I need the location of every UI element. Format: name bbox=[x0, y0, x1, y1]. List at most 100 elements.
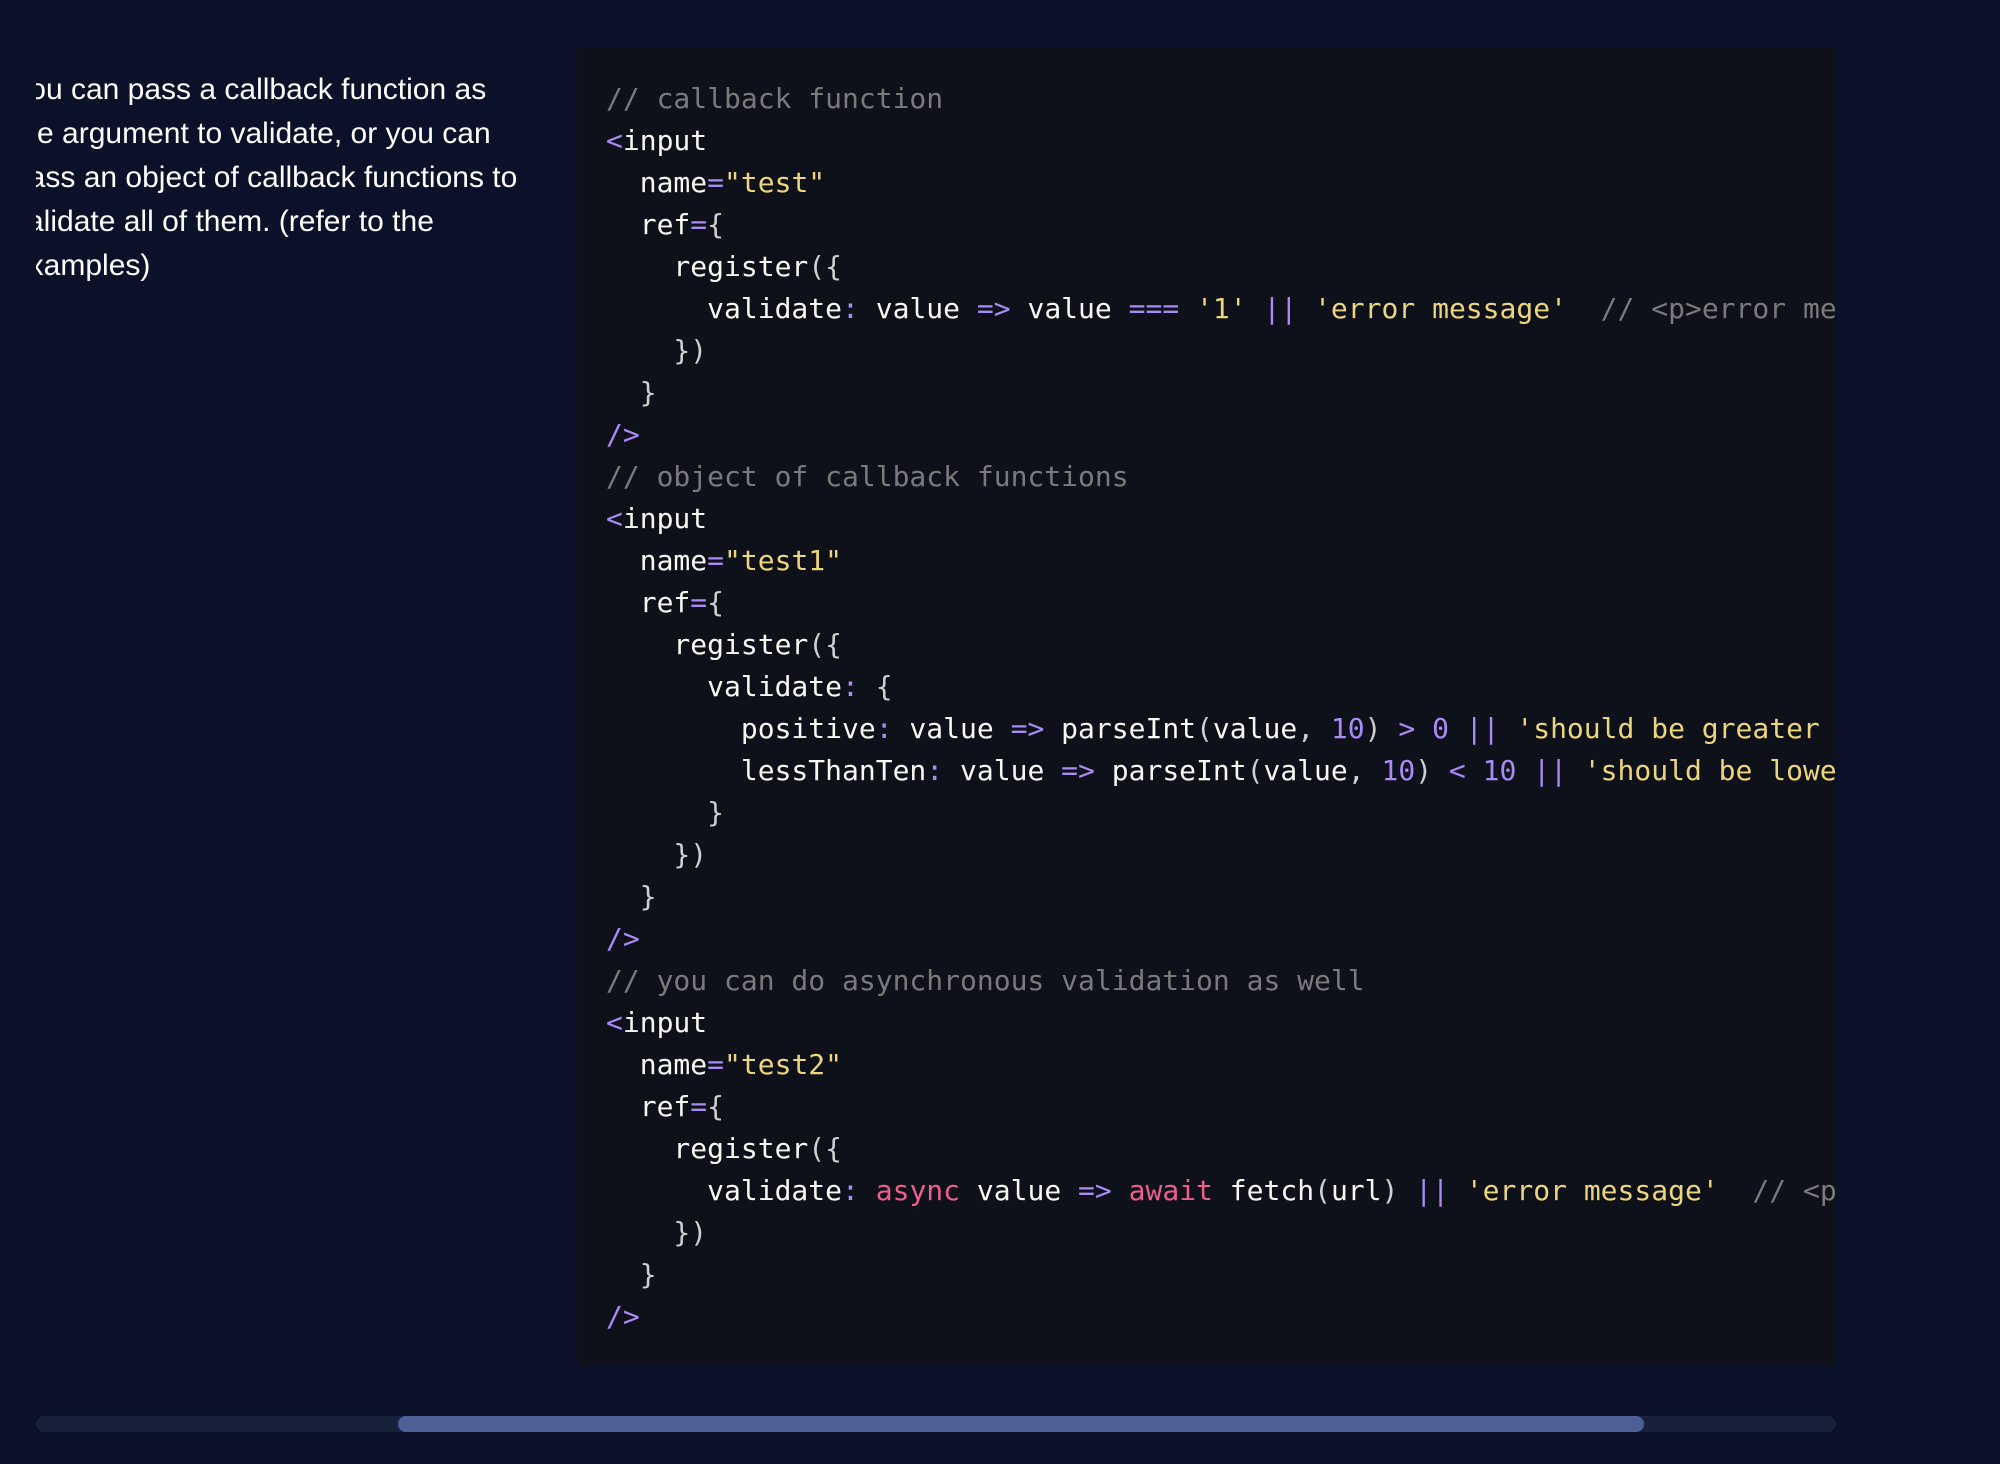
code-token-punct: }) bbox=[606, 838, 708, 871]
code-token-string: 'error message' bbox=[1465, 1174, 1719, 1207]
code-line: <input bbox=[606, 120, 1836, 162]
code-token-op: => bbox=[976, 292, 1011, 325]
description-line: validate all of them. (refer to the bbox=[36, 205, 434, 238]
code-line: }) bbox=[606, 330, 1836, 372]
code-token-op: < bbox=[606, 1006, 623, 1039]
code-token-ident bbox=[1247, 292, 1264, 325]
code-line: register({ bbox=[606, 246, 1836, 288]
code-token-punct: { bbox=[707, 586, 725, 619]
code-token-ident: parseInt bbox=[1094, 754, 1247, 787]
code-line: name="test" bbox=[606, 162, 1836, 204]
horizontal-scrollbar-track[interactable] bbox=[36, 1416, 1836, 1432]
code-token-punct: } bbox=[606, 796, 725, 829]
code-token-op: = bbox=[690, 586, 708, 619]
code-line: // object of callback functions bbox=[606, 456, 1836, 498]
code-token-ident: validate bbox=[606, 292, 843, 325]
code-token-op: : bbox=[842, 292, 859, 325]
code-token-ident: name bbox=[606, 166, 708, 199]
code-token-ident bbox=[1567, 754, 1584, 787]
code-token-ident: validate bbox=[606, 1174, 843, 1207]
code-token-op: = bbox=[707, 1048, 725, 1081]
code-token-ident: value bbox=[960, 1174, 1079, 1207]
code-token-punct: ({ bbox=[808, 250, 843, 283]
code-token-ident: register bbox=[606, 628, 809, 661]
code-line: register({ bbox=[606, 624, 1836, 666]
code-token-ident: ref bbox=[606, 586, 691, 619]
code-token-ident: input bbox=[622, 1006, 708, 1039]
code-token-op: = bbox=[690, 208, 708, 241]
description-line: the argument to validate, or you can bbox=[36, 117, 491, 150]
code-token-op: /> bbox=[606, 922, 640, 955]
code-token-number: 0 bbox=[1432, 712, 1449, 745]
code-line: validate: async value => await fetch(url… bbox=[606, 1170, 1836, 1212]
code-token-string: "test" bbox=[724, 166, 826, 199]
code-line: positive: value => parseInt(value, 10) >… bbox=[606, 708, 1836, 750]
code-token-ident: validate bbox=[606, 670, 843, 703]
horizontal-scroll-container[interactable]: You can pass a callback function as the … bbox=[36, 48, 1836, 1368]
code-token-punct: ({ bbox=[808, 628, 843, 661]
code-token-ident: value bbox=[858, 292, 977, 325]
code-token-punct: { bbox=[858, 670, 893, 703]
code-token-punct: }) bbox=[606, 1216, 708, 1249]
code-line: <input bbox=[606, 498, 1836, 540]
code-token-ident: value bbox=[1263, 754, 1348, 787]
code-block: // callback function <input name="test" r… bbox=[578, 48, 1836, 1366]
code-token-op: || bbox=[1263, 292, 1298, 325]
code-line: ref={ bbox=[606, 204, 1836, 246]
code-token-op: || bbox=[1415, 1174, 1449, 1207]
code-line: } bbox=[606, 372, 1836, 414]
code-token-punct: }) bbox=[606, 334, 708, 367]
horizontal-scrollbar-thumb[interactable] bbox=[398, 1416, 1644, 1432]
description-line: pass an object of callback functions to bbox=[36, 161, 518, 194]
code-token-op: === bbox=[1128, 292, 1180, 325]
code-line: /> bbox=[606, 414, 1836, 456]
code-token-ident bbox=[1415, 712, 1432, 745]
code-token-ident: ref bbox=[606, 208, 691, 241]
code-line: // callback function bbox=[606, 78, 1836, 120]
code-token-ident: value bbox=[1212, 712, 1298, 745]
code-token-op: = bbox=[707, 166, 725, 199]
code-token-ident: parseInt bbox=[1044, 712, 1197, 745]
validate-description: You can pass a callback function as the … bbox=[36, 68, 532, 288]
code-token-op: : bbox=[926, 754, 944, 787]
description-line: examples) bbox=[36, 249, 151, 282]
code-token-ident bbox=[1449, 712, 1466, 745]
code-token-keyword: await bbox=[1128, 1174, 1213, 1207]
code-line: }) bbox=[606, 1212, 1836, 1254]
code-token-string: 'error message' bbox=[1314, 292, 1567, 325]
code-token-ident: register bbox=[606, 1132, 809, 1165]
code-token-punct: ) bbox=[1364, 712, 1399, 745]
scroll-content: You can pass a callback function as the … bbox=[36, 48, 1836, 1368]
code-line: validate: value => value === '1' || 'err… bbox=[606, 288, 1836, 330]
code-token-punct: ( bbox=[1196, 712, 1213, 745]
code-token-op: < bbox=[606, 502, 623, 535]
code-token-op: /> bbox=[606, 1300, 640, 1333]
code-token-op: : bbox=[842, 670, 859, 703]
code-token-punct: ({ bbox=[808, 1132, 843, 1165]
code-token-string: '1' bbox=[1196, 292, 1247, 325]
code-token-number: 10 bbox=[1381, 754, 1416, 787]
code-token-ident bbox=[1297, 292, 1314, 325]
code-token-ident: value bbox=[892, 712, 1011, 745]
code-token-punct: ) bbox=[1381, 1174, 1416, 1207]
code-line: }) bbox=[606, 834, 1836, 876]
code-line: register({ bbox=[606, 1128, 1836, 1170]
code-token-punct: } bbox=[606, 376, 657, 409]
code-token-ident: value bbox=[943, 754, 1062, 787]
code-token-op: : bbox=[875, 712, 893, 745]
code-token-punct: } bbox=[606, 1258, 657, 1291]
code-line: } bbox=[606, 876, 1836, 918]
code-token-string: "test2" bbox=[724, 1048, 843, 1081]
code-token-op: : bbox=[842, 1174, 859, 1207]
code-token-ident bbox=[1516, 754, 1533, 787]
code-token-punct: } bbox=[606, 880, 657, 913]
code-line: } bbox=[606, 792, 1836, 834]
code-token-comment: // callback function bbox=[606, 82, 944, 115]
code-line: name="test2" bbox=[606, 1044, 1836, 1086]
code-token-ident bbox=[1179, 292, 1196, 325]
code-token-comment: // you can do asynchronous validation as… bbox=[606, 964, 1365, 997]
code-token-ident: url bbox=[1330, 1174, 1382, 1207]
code-token-punct: { bbox=[707, 208, 725, 241]
code-token-ident: value bbox=[1010, 292, 1129, 325]
code-token-ident bbox=[1466, 754, 1483, 787]
